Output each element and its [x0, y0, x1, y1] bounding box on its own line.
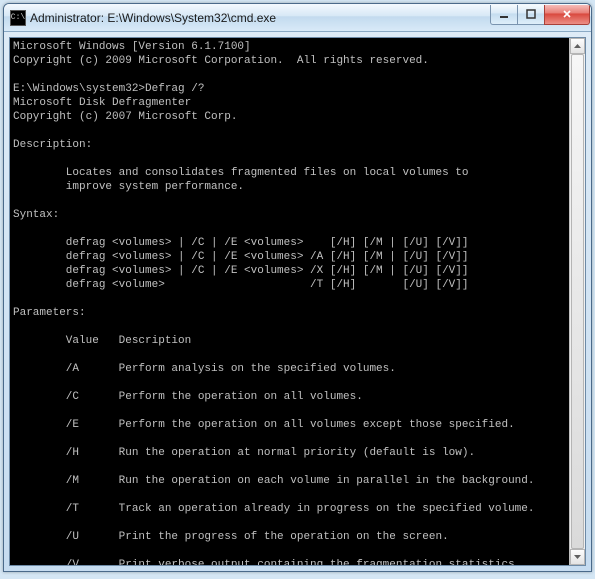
- terminal-client-area: Microsoft Windows [Version 6.1.7100] Cop…: [9, 37, 586, 566]
- vertical-scrollbar[interactable]: [569, 38, 585, 565]
- syntax-line: defrag <volumes> | /C | /E <volumes> /A …: [13, 251, 468, 263]
- param-row: /H Run the operation at normal priority …: [13, 447, 475, 459]
- param-row: /T Track an operation already in progres…: [13, 503, 535, 515]
- syntax-line: defrag <volumes> | /C | /E <volumes> /X …: [13, 265, 468, 277]
- minimize-icon: [499, 9, 509, 19]
- param-row: /U Print the progress of the operation o…: [13, 531, 449, 543]
- param-row: /A Perform analysis on the specified vol…: [13, 363, 396, 375]
- scroll-up-button[interactable]: [570, 38, 585, 54]
- param-row: /C Perform the operation on all volumes.: [13, 391, 363, 403]
- window-controls: [491, 5, 590, 25]
- scroll-thumb[interactable]: [571, 54, 584, 549]
- cmd-window: C:\ Administrator: E:\Windows\System32\c…: [3, 3, 592, 572]
- param-row: /E Perform the operation on all volumes …: [13, 419, 515, 431]
- scroll-down-button[interactable]: [570, 549, 585, 565]
- section-heading: Parameters:: [13, 307, 86, 319]
- section-heading: Syntax:: [13, 209, 59, 221]
- text-line: improve system performance.: [13, 181, 244, 193]
- param-row: /M Run the operation on each volume in p…: [13, 475, 535, 487]
- chevron-down-icon: [574, 555, 581, 559]
- text-line: Copyright (c) 2009 Microsoft Corporation…: [13, 55, 429, 67]
- close-icon: [562, 9, 572, 19]
- minimize-button[interactable]: [490, 5, 518, 25]
- syntax-line: defrag <volumes> | /C | /E <volumes> [/H…: [13, 237, 468, 249]
- syntax-line: defrag <volume> /T [/H] [/U] [/V]]: [13, 279, 468, 291]
- terminal-output[interactable]: Microsoft Windows [Version 6.1.7100] Cop…: [10, 38, 569, 565]
- text-line: Locates and consolidates fragmented file…: [13, 167, 468, 179]
- text-line: Copyright (c) 2007 Microsoft Corp.: [13, 111, 237, 123]
- maximize-button[interactable]: [517, 5, 545, 25]
- titlebar[interactable]: C:\ Administrator: E:\Windows\System32\c…: [4, 4, 591, 32]
- section-heading: Description:: [13, 139, 92, 151]
- text-line: Microsoft Disk Defragmenter: [13, 97, 191, 109]
- param-header: Value Description: [13, 335, 191, 347]
- chevron-up-icon: [574, 44, 581, 48]
- prompt-line: E:\Windows\system32>Defrag /?: [13, 83, 204, 95]
- scroll-track[interactable]: [570, 54, 585, 549]
- maximize-icon: [526, 9, 536, 19]
- window-title: Administrator: E:\Windows\System32\cmd.e…: [30, 11, 491, 25]
- text-line: Microsoft Windows [Version 6.1.7100]: [13, 41, 251, 53]
- param-row: /V Print verbose output containing the f…: [13, 559, 521, 565]
- cmd-icon: C:\: [10, 10, 26, 26]
- close-button[interactable]: [544, 5, 590, 25]
